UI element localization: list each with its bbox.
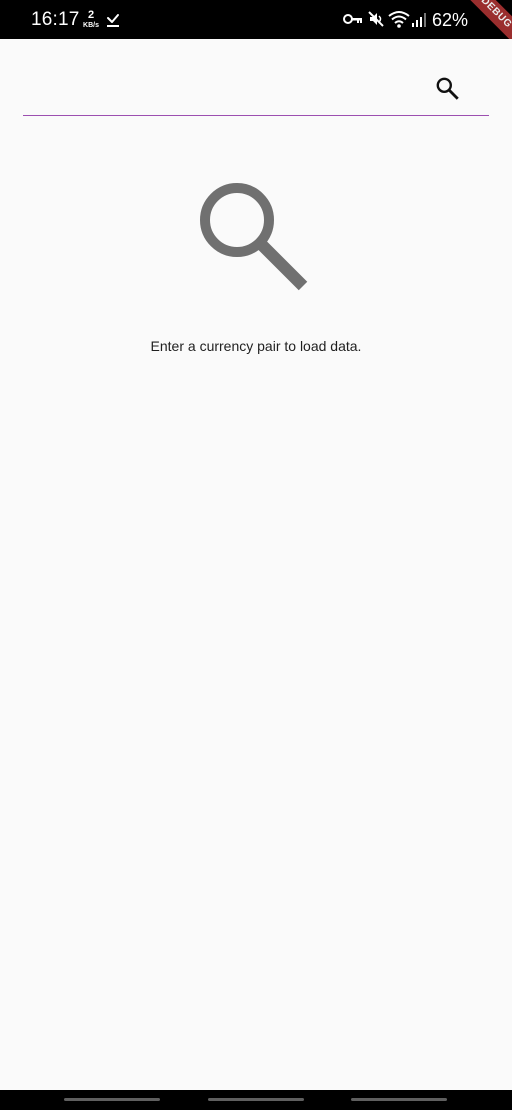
nav-handle-left[interactable] bbox=[64, 1098, 160, 1101]
wifi-icon bbox=[388, 11, 410, 28]
network-speed: 2 KB/s bbox=[81, 9, 101, 30]
navigation-bar bbox=[0, 1090, 512, 1110]
empty-state-message: Enter a currency pair to load data. bbox=[150, 338, 362, 354]
status-time: 16:17 bbox=[31, 9, 80, 30]
search-button[interactable] bbox=[425, 66, 469, 110]
signal-icon bbox=[412, 13, 426, 27]
download-done-icon bbox=[107, 14, 119, 27]
battery-percent: 62% bbox=[432, 10, 469, 30]
nav-handle-right[interactable] bbox=[351, 1098, 447, 1101]
vpn-key-icon bbox=[343, 14, 362, 24]
nav-handle-center[interactable] bbox=[208, 1098, 304, 1101]
mute-icon bbox=[368, 11, 384, 27]
search-icon bbox=[436, 77, 459, 100]
network-speed-unit: KB/s bbox=[83, 22, 99, 29]
status-bar: 16:17 2 KB/s 62% DEBUG bbox=[0, 0, 512, 39]
search-input[interactable] bbox=[23, 72, 413, 104]
search-bar bbox=[23, 60, 489, 116]
network-speed-value: 2 bbox=[87, 9, 95, 21]
empty-state-search-icon bbox=[200, 183, 308, 291]
